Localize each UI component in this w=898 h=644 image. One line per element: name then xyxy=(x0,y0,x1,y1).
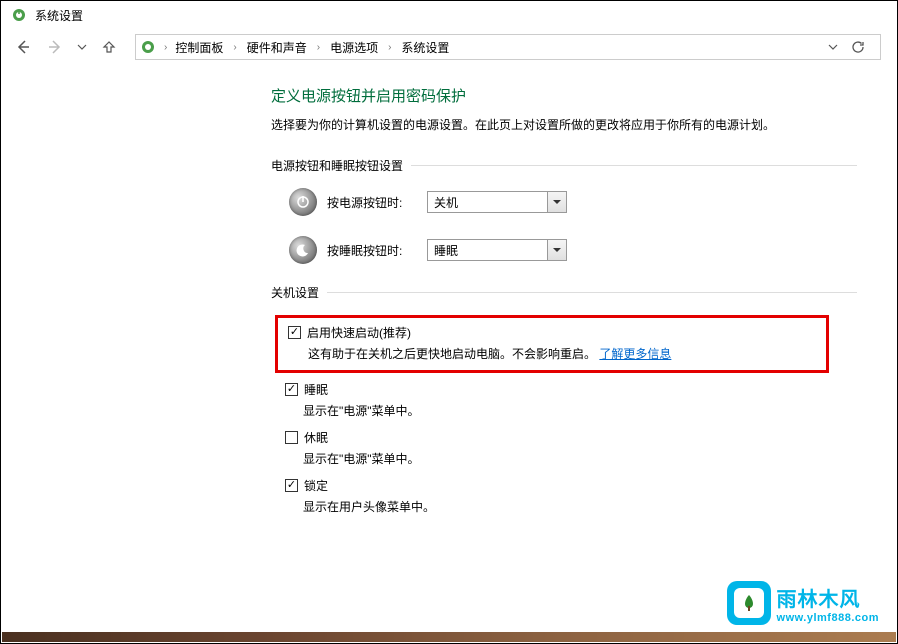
chevron-right-icon: › xyxy=(160,42,171,53)
title-bar: 系统设置 xyxy=(1,1,897,29)
chevron-down-icon xyxy=(553,200,561,204)
breadcrumb: 控制面板 › 硬件和声音 › 电源选项 › 系统设置 xyxy=(171,37,826,58)
power-options-icon xyxy=(11,7,27,23)
window-title: 系统设置 xyxy=(35,7,83,24)
breadcrumb-item[interactable]: 控制面板 xyxy=(171,37,227,58)
main-content: 定义电源按钮并启用密码保护 选择要为你的计算机设置的电源设置。在此页上对设置所做… xyxy=(1,65,897,545)
power-button-label: 按电源按钮时: xyxy=(327,194,427,211)
sleep-button-select[interactable]: 睡眠 xyxy=(427,239,567,261)
sleep-description: 显示在"电源"菜单中。 xyxy=(271,402,857,419)
chevron-right-icon: › xyxy=(384,42,395,53)
forward-button[interactable] xyxy=(43,35,67,59)
sleep-icon xyxy=(289,236,317,264)
watermark-url: www.ylmf888.com xyxy=(777,612,879,624)
watermark: 雨林木风 www.ylmf888.com xyxy=(727,581,879,625)
power-button-select[interactable]: 关机 xyxy=(427,191,567,213)
sleep-label[interactable]: 睡眠 xyxy=(304,381,328,398)
button-settings-header: 电源按钮和睡眠按钮设置 xyxy=(271,157,857,174)
power-button-setting: 按电源按钮时: 关机 xyxy=(271,188,857,216)
sleep-checkbox[interactable] xyxy=(285,383,298,396)
hibernate-row: 休眠 xyxy=(271,429,857,446)
fast-startup-description: 这有助于在关机之后更快地启动电脑。不会影响重启。 了解更多信息 xyxy=(286,345,818,362)
chevron-down-icon xyxy=(553,248,561,252)
power-icon xyxy=(289,188,317,216)
page-description: 选择要为你的计算机设置的电源设置。在此页上对设置所做的更改将应用于你所有的电源计… xyxy=(271,116,857,133)
sleep-button-setting: 按睡眠按钮时: 睡眠 xyxy=(271,236,857,264)
breadcrumb-item[interactable]: 电源选项 xyxy=(326,37,382,58)
lock-checkbox[interactable] xyxy=(285,479,298,492)
fast-startup-row: 启用快速启动(推荐) xyxy=(286,324,818,341)
lock-label[interactable]: 锁定 xyxy=(304,477,328,494)
fast-startup-checkbox[interactable] xyxy=(288,326,301,339)
sleep-button-label: 按睡眠按钮时: xyxy=(327,242,427,259)
breadcrumb-item[interactable]: 硬件和声音 xyxy=(243,37,311,58)
power-options-icon xyxy=(140,39,156,55)
hibernate-checkbox[interactable] xyxy=(285,431,298,444)
learn-more-link[interactable]: 了解更多信息 xyxy=(599,347,671,361)
lock-row: 锁定 xyxy=(271,477,857,494)
back-button[interactable] xyxy=(11,35,35,59)
divider xyxy=(411,165,857,166)
history-dropdown[interactable] xyxy=(75,35,89,59)
hibernate-description: 显示在"电源"菜单中。 xyxy=(271,450,857,467)
bottom-decoration xyxy=(2,632,896,642)
fast-startup-highlight: 启用快速启动(推荐) 这有助于在关机之后更快地启动电脑。不会影响重启。 了解更多… xyxy=(275,315,829,373)
hibernate-label[interactable]: 休眠 xyxy=(304,429,328,446)
breadcrumb-dropdown[interactable] xyxy=(826,35,840,59)
refresh-button[interactable] xyxy=(846,35,870,59)
sleep-row: 睡眠 xyxy=(271,381,857,398)
divider xyxy=(327,292,857,293)
select-value: 关机 xyxy=(434,194,458,211)
up-button[interactable] xyxy=(97,35,121,59)
watermark-logo-icon xyxy=(727,581,771,625)
lock-description: 显示在用户头像菜单中。 xyxy=(271,498,857,515)
breadcrumb-bar[interactable]: › 控制面板 › 硬件和声音 › 电源选项 › 系统设置 xyxy=(135,34,881,60)
section-header-label: 电源按钮和睡眠按钮设置 xyxy=(271,157,403,174)
section-header-label: 关机设置 xyxy=(271,284,319,301)
breadcrumb-item[interactable]: 系统设置 xyxy=(397,37,453,58)
select-value: 睡眠 xyxy=(434,242,458,259)
chevron-right-icon: › xyxy=(229,42,240,53)
shutdown-settings-header: 关机设置 xyxy=(271,284,857,301)
nav-bar: › 控制面板 › 硬件和声音 › 电源选项 › 系统设置 xyxy=(1,29,897,65)
page-title: 定义电源按钮并启用密码保护 xyxy=(271,85,857,106)
watermark-brand: 雨林木风 xyxy=(777,583,879,612)
fast-startup-label[interactable]: 启用快速启动(推荐) xyxy=(307,324,411,341)
chevron-right-icon: › xyxy=(313,42,324,53)
